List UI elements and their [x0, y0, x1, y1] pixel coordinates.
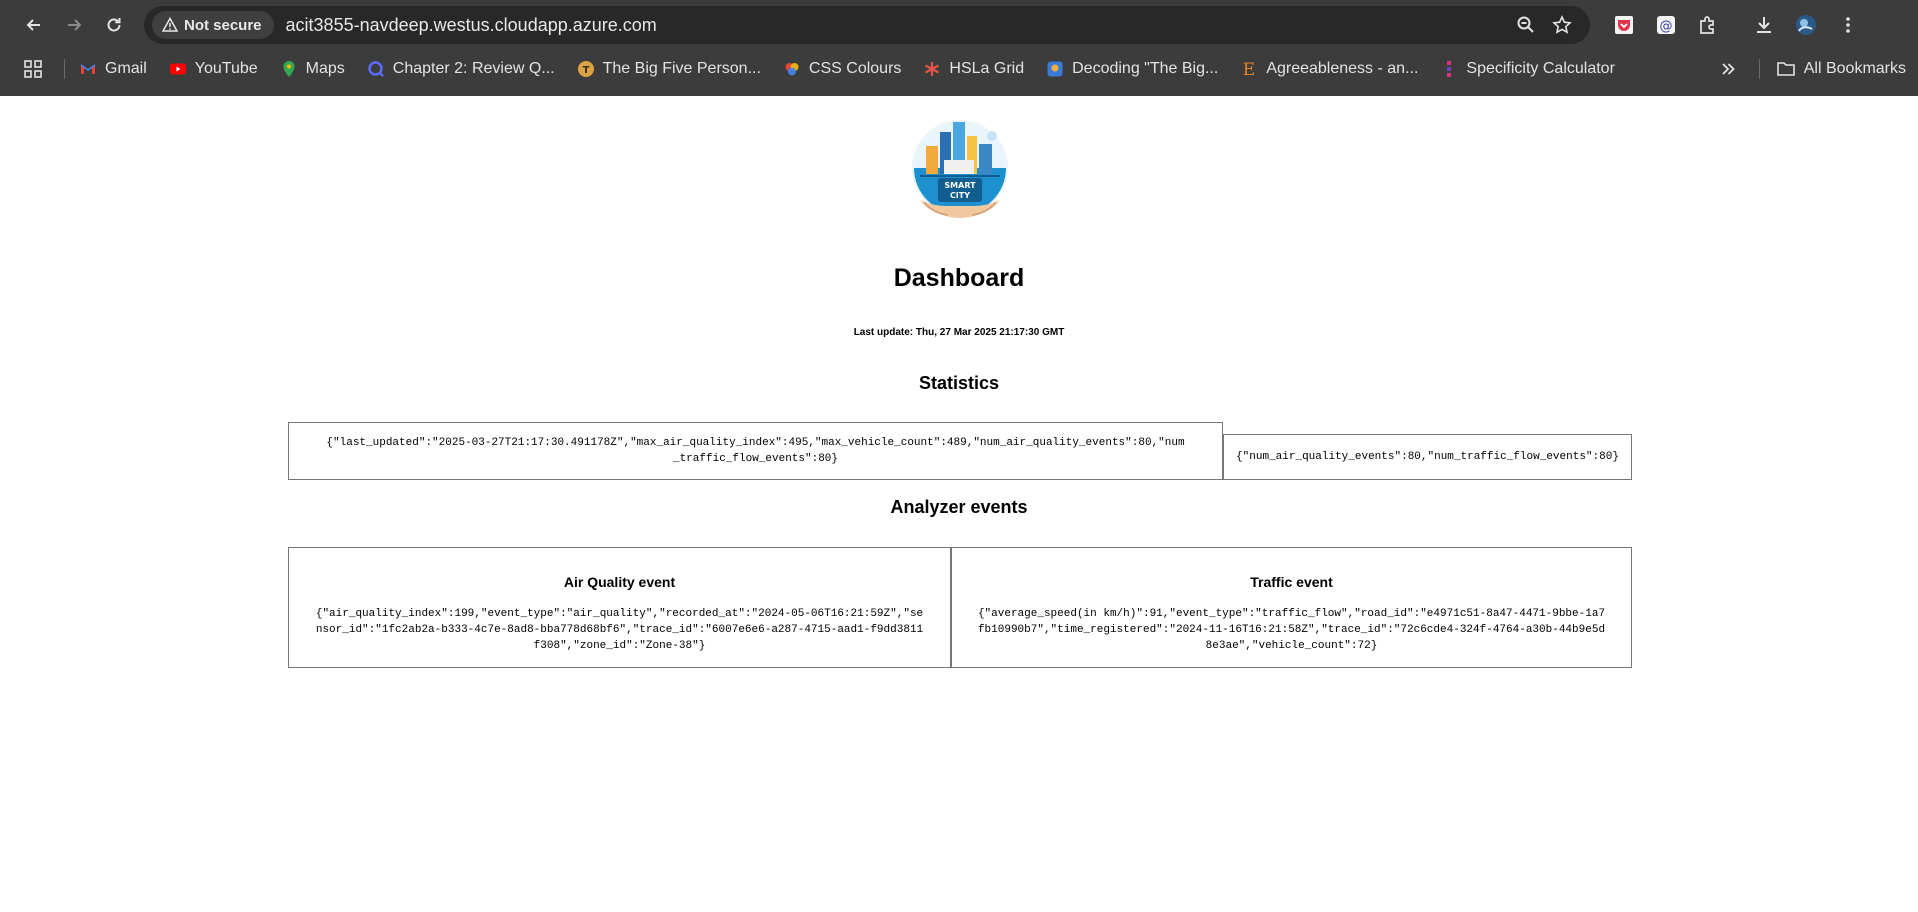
svg-text:E: E: [1243, 60, 1255, 78]
pocket-icon: [1615, 16, 1633, 34]
statistics-box-full: {"last_updated":"2025-03-27T21:17:30.491…: [288, 422, 1223, 480]
bookmarks-overflow-button[interactable]: [1719, 60, 1737, 78]
bookmarks-divider: [1758, 59, 1760, 79]
youtube-icon: [169, 63, 186, 75]
download-icon: [1757, 17, 1771, 33]
quiz-logo-icon: [368, 61, 384, 77]
avatar: [1796, 15, 1816, 35]
air-quality-event-box: Air Quality event {"air_quality_index":1…: [288, 547, 951, 668]
gmail-icon: [80, 64, 96, 74]
arrow-right-icon: [68, 19, 82, 31]
apps-grid-icon[interactable]: [22, 58, 44, 80]
statistics-counts-json: {"num_air_quality_events":80,"num_traffi…: [1236, 451, 1619, 463]
svg-text:@: @: [1660, 19, 1673, 34]
svg-text:T: T: [582, 65, 589, 76]
arrow-left-icon: [26, 19, 40, 31]
at-sign-icon: @: [1657, 16, 1675, 34]
forward-button[interactable]: [54, 5, 94, 45]
color-wheel-icon: [785, 63, 799, 76]
asterisk-icon: [925, 62, 940, 76]
bookmark-hsla-grid[interactable]: HSLa Grid: [923, 60, 1024, 78]
zoom-button[interactable]: [1508, 7, 1544, 43]
traffic-event-json: {"average_speed(in km/h)":91,"event_type…: [977, 608, 1606, 652]
air-quality-event-title: Air Quality event: [563, 574, 676, 590]
t-logo-icon: T: [577, 61, 594, 77]
bookmark-agreeableness[interactable]: E Agreeableness - an...: [1240, 60, 1418, 78]
statistics-box-counts: {"num_air_quality_events":80,"num_traffi…: [1223, 434, 1632, 480]
browser-chrome: Not secure acit3855-navdeep.westus.cloud…: [0, 0, 1918, 96]
last-update-text: Last update: Thu, 27 Mar 2025 21:17:30 G…: [853, 327, 1065, 338]
air-quality-event-json: {"air_quality_index":199,"event_type":"a…: [315, 608, 924, 652]
bookmark-maps[interactable]: Maps: [280, 60, 345, 78]
bookmark-big-five[interactable]: T The Big Five Person...: [577, 60, 761, 78]
browser-menu-button[interactable]: [1830, 7, 1866, 43]
article-icon: [1047, 61, 1063, 77]
analyzer-events-heading: Analyzer events: [890, 497, 1028, 517]
downloads-button[interactable]: [1746, 7, 1782, 43]
e-logo-icon: E: [1243, 60, 1255, 78]
statistics-json: {"last_updated":"2025-03-27T21:17:30.491…: [326, 437, 1185, 465]
bookmarks-bar: Gmail YouTube Maps Chapter 2: Review Q..…: [0, 50, 1918, 88]
browser-toolbar: Not secure acit3855-navdeep.westus.cloud…: [0, 0, 1918, 50]
logo-text-smart: SMART: [944, 181, 976, 190]
profile-button[interactable]: [1788, 7, 1824, 43]
specificity-icon: [1447, 61, 1452, 77]
traffic-event-title: Traffic event: [1250, 574, 1333, 590]
warning-icon: [162, 17, 178, 32]
bookmarks-divider: [64, 59, 65, 79]
bookmark-star-button[interactable]: [1544, 7, 1580, 43]
url-text[interactable]: acit3855-navdeep.westus.cloudapp.azure.c…: [286, 15, 1508, 36]
bookmark-css-colours[interactable]: CSS Colours: [783, 60, 901, 78]
maps-pin-icon: [283, 61, 295, 77]
smart-city-logo: SMART CITY: [912, 120, 1008, 218]
double-chevron-right-icon: [1722, 63, 1735, 75]
reload-icon: [107, 18, 121, 32]
puzzle-icon: [1700, 16, 1714, 34]
more-vertical-icon: [1846, 17, 1850, 33]
security-indicator[interactable]: Not secure: [152, 11, 274, 39]
bookmark-youtube[interactable]: YouTube: [169, 60, 258, 78]
bookmark-specificity[interactable]: Specificity Calculator: [1440, 60, 1615, 78]
traffic-event-box: Traffic event {"average_speed(in km/h)":…: [951, 547, 1632, 668]
star-icon: [1552, 15, 1572, 34]
pocket-extension-button[interactable]: [1606, 7, 1642, 43]
reload-button[interactable]: [94, 5, 134, 45]
extensions-area: @: [1606, 7, 1866, 43]
back-button[interactable]: [14, 5, 54, 45]
bookmark-decoding[interactable]: Decoding "The Big...: [1046, 60, 1218, 78]
bookmark-gmail[interactable]: Gmail: [79, 60, 147, 78]
at-extension-button[interactable]: @: [1648, 7, 1684, 43]
page-title: Dashboard: [893, 264, 1025, 292]
folder-icon: [1776, 62, 1795, 76]
security-label: Not secure: [184, 16, 262, 34]
bookmark-chapter-2[interactable]: Chapter 2: Review Q...: [367, 60, 555, 78]
statistics-heading: Statistics: [918, 373, 1000, 393]
logo-text-city: CITY: [950, 191, 970, 200]
extensions-button[interactable]: [1690, 7, 1726, 43]
address-bar[interactable]: Not secure acit3855-navdeep.westus.cloud…: [144, 6, 1590, 44]
zoom-icon: [1517, 16, 1534, 33]
all-bookmarks-button[interactable]: All Bookmarks: [1776, 59, 1906, 79]
dashboard-page: SMART CITY Dashboard Last update: Thu, 2…: [0, 96, 1918, 912]
